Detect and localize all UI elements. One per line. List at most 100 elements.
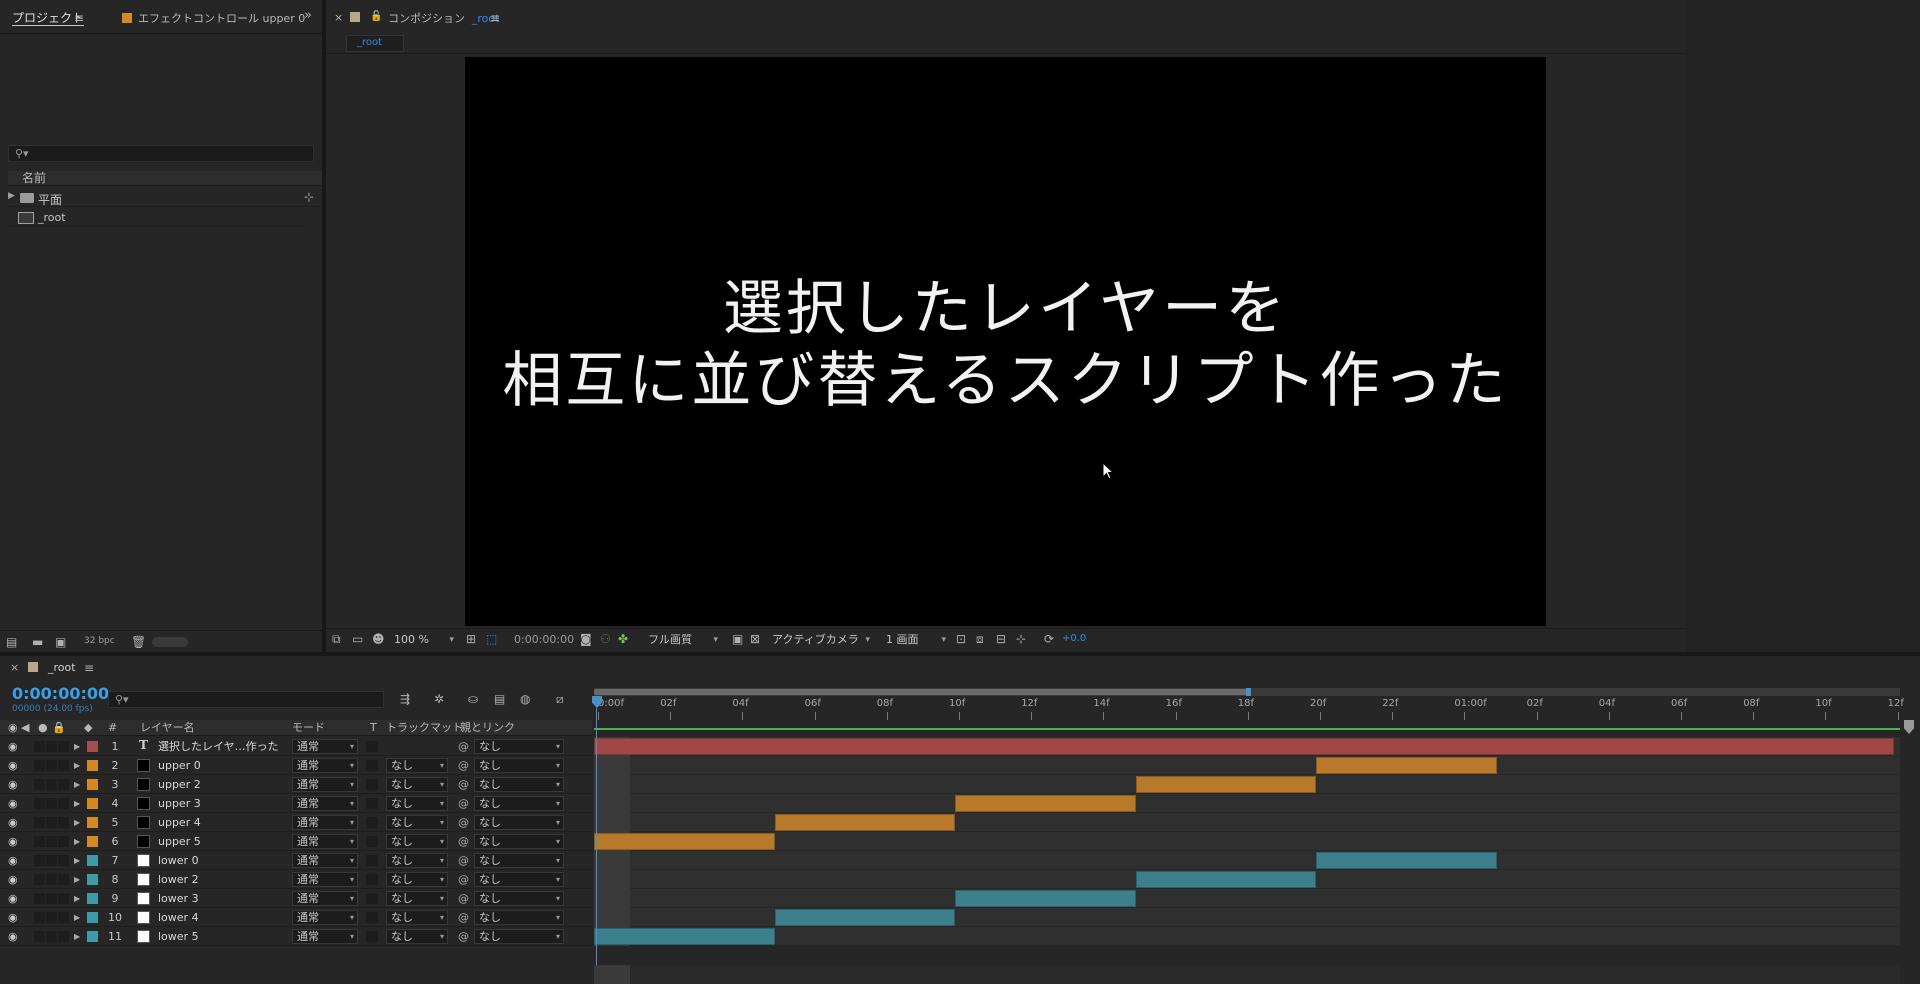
breadcrumb-root[interactable]: _root	[346, 35, 404, 52]
track-matte-dropdown[interactable]: なし ▾	[386, 891, 448, 906]
preserve-transparency-toggle[interactable]	[366, 912, 378, 923]
disclosure-triangle-icon[interactable]: ▶	[74, 852, 80, 869]
layer-row[interactable]: ◉ ▶ 10 lower 4 通常 ▾ なし ▾ @ なし ▾	[0, 908, 1920, 927]
layer-name[interactable]: lower 2	[158, 871, 282, 888]
layer-name[interactable]: upper 5	[158, 833, 282, 850]
col-num[interactable]: #	[108, 720, 117, 735]
preserve-transparency-toggle[interactable]	[366, 817, 378, 828]
track-matte-dropdown[interactable]: なし ▾	[386, 853, 448, 868]
pickwhip-icon[interactable]: @	[458, 814, 469, 831]
eye-icon[interactable]: ◉	[8, 852, 18, 869]
new-composition-icon[interactable]: ▣	[55, 635, 66, 649]
label-color-swatch[interactable]	[87, 874, 98, 885]
pickwhip-icon[interactable]: @	[458, 757, 469, 774]
pickwhip-icon[interactable]: @	[458, 871, 469, 888]
preserve-transparency-toggle[interactable]	[366, 893, 378, 904]
layer-duration-bar[interactable]	[1135, 871, 1316, 888]
track-matte-dropdown[interactable]: なし ▾	[386, 758, 448, 773]
parent-dropdown[interactable]: なし ▾	[474, 777, 564, 792]
solo-toggle[interactable]	[46, 893, 57, 904]
audio-toggle[interactable]	[34, 817, 45, 828]
parent-dropdown[interactable]: なし ▾	[474, 815, 564, 830]
timeline-icon[interactable]: ⊟	[996, 632, 1006, 646]
layer-duration-bar[interactable]	[955, 795, 1136, 812]
lock-toggle[interactable]	[58, 931, 69, 942]
menu-icon[interactable]: ≡	[74, 11, 84, 25]
disclosure-triangle-icon[interactable]: ▶	[74, 909, 80, 926]
layer-duration-bar[interactable]	[594, 833, 775, 850]
audio-toggle[interactable]	[34, 893, 45, 904]
layer-name[interactable]: upper 2	[158, 776, 282, 793]
label-color-swatch[interactable]	[87, 836, 98, 847]
track-matte-dropdown[interactable]: なし ▾	[386, 815, 448, 830]
timeline-menu-icon[interactable]: ≡	[84, 661, 94, 675]
preserve-transparency-toggle[interactable]	[366, 798, 378, 809]
audio-toggle[interactable]	[34, 912, 45, 923]
interpret-footage-icon[interactable]: ▤	[6, 635, 17, 649]
work-area-range[interactable]	[594, 689, 1248, 695]
blend-mode-dropdown[interactable]: 通常 ▾	[292, 910, 358, 925]
comp-mini-flowchart-icon[interactable]: ⇶	[400, 692, 410, 706]
label-color-swatch[interactable]	[87, 893, 98, 904]
new-folder-icon[interactable]: ▬	[32, 635, 43, 649]
disclosure-triangle-icon[interactable]: ▶	[74, 738, 80, 755]
disclosure-triangle-icon[interactable]: ▶	[74, 795, 80, 812]
blend-mode-dropdown[interactable]: 通常 ▾	[292, 891, 358, 906]
flowchart-icon[interactable]: ⊹	[1016, 632, 1026, 646]
layer-name[interactable]: 選択したレイヤ…作った	[158, 738, 282, 755]
transparency-grid-icon[interactable]: ⊠	[750, 632, 760, 646]
close-icon[interactable]: ×	[334, 11, 343, 25]
preserve-transparency-toggle[interactable]	[366, 836, 378, 847]
layer-row[interactable]: ◉ ▶ 7 lower 0 通常 ▾ なし ▾ @ なし ▾	[0, 851, 1920, 870]
graph-editor-icon[interactable]: ⧄	[556, 692, 564, 706]
project-item-folder[interactable]: ▶ 平面 ⊹	[8, 189, 322, 207]
lock-toggle[interactable]	[58, 855, 69, 866]
layer-row[interactable]: ◉ ▶ 2 upper 0 通常 ▾ なし ▾ @ なし ▾	[0, 756, 1920, 775]
lock-toggle[interactable]	[58, 912, 69, 923]
preserve-transparency-toggle[interactable]	[366, 931, 378, 942]
tab-effect-controls[interactable]: エフェクトコントロール upper 0	[122, 10, 305, 26]
lock-toggle[interactable]	[58, 893, 69, 904]
preserve-transparency-toggle[interactable]	[366, 741, 378, 752]
pickwhip-icon[interactable]: @	[458, 776, 469, 793]
lock-toggle[interactable]	[58, 779, 69, 790]
audio-toggle[interactable]	[34, 741, 45, 752]
preserve-transparency-toggle[interactable]	[366, 874, 378, 885]
blend-mode-dropdown[interactable]: 通常 ▾	[292, 872, 358, 887]
pickwhip-icon[interactable]: @	[458, 738, 469, 755]
exposure-reset-icon[interactable]: ⟳	[1044, 632, 1054, 646]
label-color-swatch[interactable]	[87, 817, 98, 828]
close-icon[interactable]: ×	[10, 661, 19, 675]
pickwhip-icon[interactable]: @	[458, 909, 469, 926]
eye-icon[interactable]: ◉	[8, 757, 18, 774]
layer-duration-bar[interactable]	[1135, 776, 1316, 793]
parent-dropdown[interactable]: なし ▾	[474, 834, 564, 849]
disclosure-triangle-icon[interactable]: ▶	[74, 776, 80, 793]
solo-toggle[interactable]	[46, 912, 57, 923]
lock-toggle[interactable]	[58, 836, 69, 847]
layer-row[interactable]: ◉ ▶ 4 upper 3 通常 ▾ なし ▾ @ なし ▾	[0, 794, 1920, 813]
camera-dropdown[interactable]: アクティブカメラ ▾	[772, 632, 872, 648]
label-color-swatch[interactable]	[87, 779, 98, 790]
flowchart-icon[interactable]: ⊹	[304, 190, 314, 204]
current-timecode[interactable]: 0:00:00:00	[12, 684, 109, 703]
track-matte-dropdown[interactable]: なし ▾	[386, 910, 448, 925]
views-dropdown[interactable]: 1 画面 ▾	[886, 632, 948, 648]
blend-mode-dropdown[interactable]: 通常 ▾	[292, 853, 358, 868]
col-t[interactable]: T	[370, 720, 377, 735]
pickwhip-icon[interactable]: @	[458, 928, 469, 945]
parent-dropdown[interactable]: なし ▾	[474, 872, 564, 887]
blend-mode-dropdown[interactable]: 通常 ▾	[292, 777, 358, 792]
track-matte-dropdown[interactable]: なし ▾	[386, 796, 448, 811]
layer-row[interactable]: ◉ ▶ 11 lower 5 通常 ▾ なし ▾ @ なし ▾	[0, 927, 1920, 946]
composition-canvas[interactable]: 選択したレイヤーを 相互に並び替えるスクリプト作った	[465, 57, 1546, 626]
title-safe-icon[interactable]: ⊞	[466, 632, 476, 646]
col-parent[interactable]: 親とリンク	[460, 720, 515, 735]
eye-icon[interactable]: ◉	[8, 871, 18, 888]
shy-layers-icon[interactable]: ⛀	[468, 692, 478, 706]
layer-duration-bar[interactable]	[1316, 757, 1497, 774]
solo-toggle[interactable]	[46, 931, 57, 942]
label-color-swatch[interactable]	[87, 798, 98, 809]
trash-icon[interactable]: 🗑	[131, 635, 146, 649]
thumbnail-slider[interactable]	[152, 637, 188, 647]
